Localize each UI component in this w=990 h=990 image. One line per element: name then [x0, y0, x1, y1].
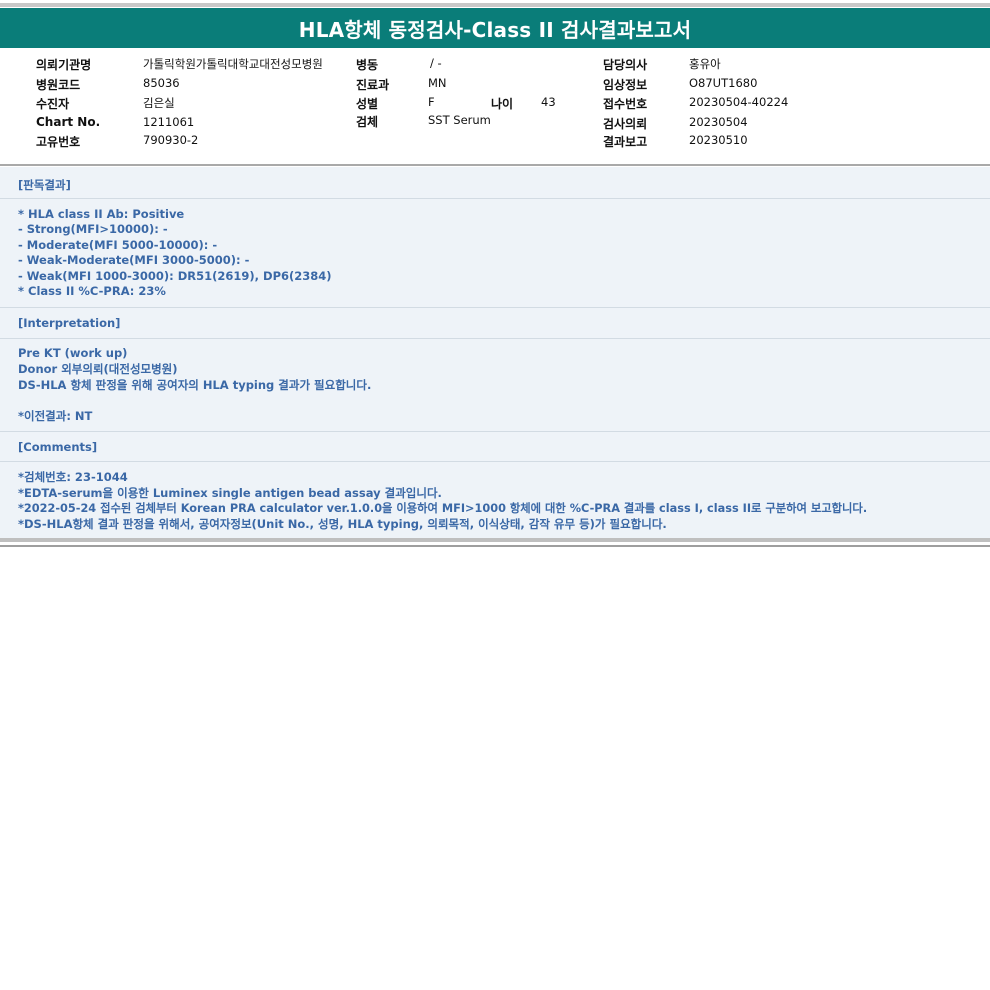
doctor-label: 담당의사 [603, 58, 648, 72]
chart-no-value: 1211061 [143, 115, 195, 129]
sex-value: F [428, 95, 435, 109]
request-date-value: 20230504 [689, 115, 748, 129]
request-date-label: 검사의뢰 [603, 117, 648, 131]
section-divider [0, 307, 990, 308]
hospital-code-label: 병원코드 [36, 78, 81, 92]
receipt-no-value: 20230504-40224 [689, 95, 789, 109]
section-divider [0, 461, 990, 462]
comments-header-text: [Comments] [18, 440, 98, 454]
specimen-value: SST Serum [428, 113, 491, 127]
receipt-no-label: 접수번호 [603, 97, 648, 111]
hospital-code-value: 85036 [143, 76, 180, 90]
result-line: - Weak-Moderate(MFI 3000-5000): - [18, 253, 250, 267]
department-label: 진료과 [356, 78, 390, 92]
clinical-info-label: 임상정보 [603, 78, 648, 92]
report-frame: HLA항체 동정검사-Class II 검사결과보고서 의뢰기관명 가톨릭학원가… [0, 0, 990, 548]
recipient-value: 김은실 [143, 96, 175, 110]
info-divider [0, 164, 990, 166]
chart-no-label: Chart No. [36, 115, 101, 129]
results-panel: [판독결과] * HLA class II Ab: Positive - Str… [0, 167, 990, 538]
institution-value: 가톨릭학원가톨릭대학교대전성모병원 [143, 57, 323, 71]
ward-label: 병동 [356, 58, 379, 72]
specimen-label: 검체 [356, 115, 379, 129]
section-divider [0, 198, 990, 199]
interpretation-line: Pre KT (work up) [18, 346, 128, 360]
bottom-divider-secondary [0, 545, 990, 547]
comment-line: *DS-HLA항체 결과 판정을 위해서, 공여자정보(Unit No., 성명… [18, 517, 667, 531]
unique-no-value: 790930-2 [143, 133, 199, 147]
section-divider [0, 431, 990, 432]
unique-no-label: 고유번호 [36, 135, 81, 149]
result-header-text: [판독결과] [18, 178, 71, 192]
result-line: * HLA class II Ab: Positive [18, 207, 185, 221]
section-divider [0, 338, 990, 339]
sex-label: 성별 [356, 97, 379, 111]
interpretation-header-text: [Interpretation] [18, 316, 121, 330]
result-line: - Strong(MFI>10000): - [18, 222, 168, 236]
report-date-label: 결과보고 [603, 135, 648, 149]
patient-info-block: 의뢰기관명 가톨릭학원가톨릭대학교대전성모병원 병원코드 85036 수진자 김… [0, 48, 990, 164]
comment-line: *2022-05-24 접수된 검체부터 Korean PRA calculat… [18, 502, 868, 515]
result-line: * Class II %C-PRA: 23% [18, 284, 166, 298]
interpretation-line: Donor 외부의뢰(대전성모병원) [18, 362, 178, 376]
age-value: 43 [541, 95, 556, 109]
result-line: - Weak(MFI 1000-3000): DR51(2619), DP6(2… [18, 269, 332, 283]
comment-line: *검체번호: 23-1044 [18, 470, 128, 484]
institution-label: 의뢰기관명 [36, 58, 92, 72]
department-value: MN [428, 76, 447, 90]
recipient-label: 수진자 [36, 97, 70, 111]
clinical-info-value: O87UT1680 [689, 76, 758, 90]
report-title: HLA항체 동정검사-Class II 검사결과보고서 [0, 8, 990, 48]
ward-value: / - [430, 56, 442, 70]
result-line: - Moderate(MFI 5000-10000): - [18, 238, 218, 252]
age-label: 나이 [491, 97, 514, 111]
interpretation-line: *이전결과: NT [18, 409, 93, 423]
comment-line: *EDTA-serum을 이용한 Luminex single antigen … [18, 486, 442, 500]
interpretation-line: DS-HLA 항체 판정을 위해 공여자의 HLA typing 결과가 필요합… [18, 378, 372, 392]
top-divider [0, 3, 990, 7]
bottom-divider [0, 538, 990, 542]
doctor-value: 홍유아 [689, 57, 721, 71]
report-date-value: 20230510 [689, 133, 748, 147]
